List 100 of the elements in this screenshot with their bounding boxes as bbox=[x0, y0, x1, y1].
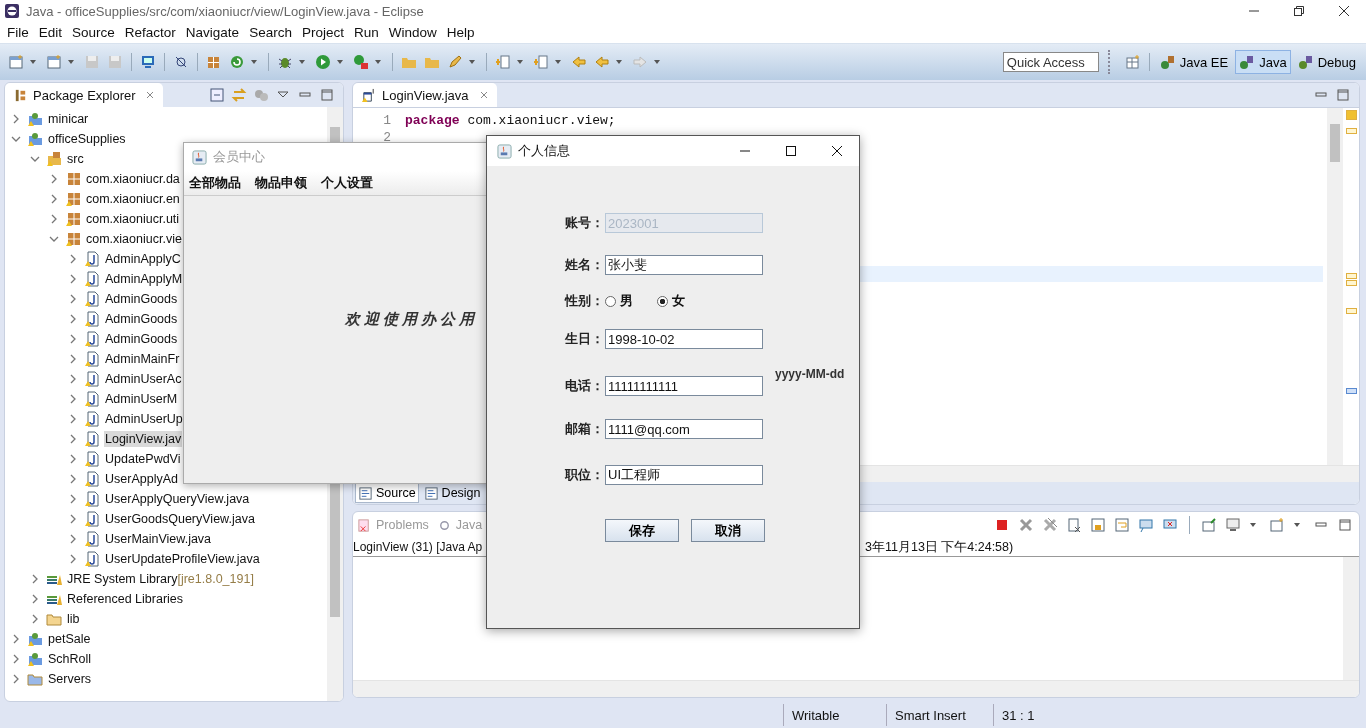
menu-item[interactable]: 物品申领 bbox=[255, 174, 307, 192]
tree-item[interactable]: officeSupplies bbox=[47, 131, 127, 147]
menu-item[interactable]: 全部物品 bbox=[189, 174, 241, 192]
tree-item[interactable]: SchRoll bbox=[47, 651, 93, 667]
expand-chevron-icon[interactable] bbox=[68, 394, 78, 404]
run-tools-icon[interactable] bbox=[353, 54, 369, 70]
quick-access-field[interactable]: Quick Access bbox=[1002, 52, 1099, 72]
tree-item[interactable]: com.xiaoniucr.uti bbox=[85, 211, 181, 227]
menu-item[interactable]: Refactor bbox=[119, 25, 181, 40]
input-field[interactable]: 11111111111 bbox=[605, 376, 763, 396]
expand-chevron-icon[interactable] bbox=[68, 374, 78, 384]
tree-item[interactable]: UpdatePwdVi bbox=[104, 451, 182, 467]
tree-item[interactable]: petSale bbox=[47, 631, 92, 647]
editor-mode-tab[interactable]: Source bbox=[355, 483, 419, 503]
pin-console-icon[interactable] bbox=[1201, 517, 1217, 533]
menu-item[interactable]: Navigate bbox=[180, 25, 245, 40]
scrollbar[interactable] bbox=[1343, 557, 1359, 680]
display-console-icon[interactable] bbox=[1225, 517, 1241, 533]
menu-item[interactable]: Window bbox=[383, 25, 442, 40]
tree-item[interactable]: AdminUserM bbox=[104, 391, 179, 407]
tree-item[interactable]: lib bbox=[66, 611, 81, 627]
remove-all-icon[interactable] bbox=[1042, 517, 1058, 533]
expand-chevron-icon[interactable] bbox=[49, 194, 59, 204]
input-field[interactable]: UI工程师 bbox=[605, 465, 763, 485]
tree-item[interactable]: UserApplyAd bbox=[104, 471, 179, 487]
tree-item[interactable]: JRE System Library[jre1.8.0_191] bbox=[66, 571, 255, 587]
menu-item[interactable]: Source bbox=[67, 25, 120, 40]
dropdown-caret-icon[interactable] bbox=[1249, 521, 1257, 529]
perspective-button[interactable]: Java EE bbox=[1155, 50, 1233, 74]
expand-chevron-icon[interactable] bbox=[68, 254, 78, 264]
tree-item[interactable]: UserMainView.java bbox=[104, 531, 213, 547]
perspective-button[interactable]: Debug bbox=[1293, 50, 1360, 74]
menu-item[interactable]: 个人设置 bbox=[321, 174, 373, 192]
tree-item[interactable]: src bbox=[66, 151, 85, 167]
dropdown-caret-icon[interactable] bbox=[250, 58, 258, 66]
open-perspective-icon[interactable] bbox=[1124, 54, 1141, 70]
expand-chevron-icon[interactable] bbox=[11, 654, 21, 664]
menu-item[interactable]: Help bbox=[441, 25, 480, 40]
restore-icon[interactable] bbox=[1293, 5, 1305, 17]
radio-option[interactable]: 男 bbox=[605, 292, 633, 310]
close-icon[interactable] bbox=[831, 145, 843, 157]
tree-item[interactable]: AdminGoods bbox=[104, 291, 179, 307]
expand-chevron-icon[interactable] bbox=[49, 174, 59, 184]
tree-item[interactable]: AdminApplyM bbox=[104, 271, 184, 287]
dropdown-caret-icon[interactable] bbox=[298, 58, 306, 66]
back-arrow-icon[interactable] bbox=[594, 54, 610, 70]
editor-tab[interactable]: LoginView.java bbox=[353, 83, 497, 107]
menu-item[interactable]: File bbox=[2, 25, 34, 40]
dropdown-caret-icon[interactable] bbox=[29, 58, 37, 66]
tree-item[interactable]: com.xiaoniucr.en bbox=[85, 191, 181, 207]
console-output-icon[interactable] bbox=[1138, 517, 1154, 533]
new-file-icon[interactable] bbox=[46, 54, 62, 70]
scroll-lock-icon[interactable] bbox=[1090, 517, 1106, 533]
dialog-button[interactable]: 保存 bbox=[605, 519, 679, 542]
expand-chevron-icon[interactable] bbox=[11, 674, 21, 684]
tree-item[interactable]: AdminUserAc bbox=[104, 371, 183, 387]
open-console-icon[interactable] bbox=[1269, 517, 1285, 533]
tree-item[interactable]: AdminUserUp bbox=[104, 411, 184, 427]
dropdown-caret-icon[interactable] bbox=[516, 58, 524, 66]
expand-chevron-icon[interactable] bbox=[30, 614, 40, 624]
annotation-nav-icon[interactable] bbox=[495, 54, 511, 70]
back-arrow-icon[interactable] bbox=[571, 54, 587, 70]
tree-item[interactable]: com.xiaoniucr.vie bbox=[85, 231, 183, 247]
expand-chevron-icon[interactable] bbox=[68, 294, 78, 304]
tree-item[interactable]: UserUpdateProfileView.java bbox=[104, 551, 261, 567]
tree-item[interactable]: LoginView.jav bbox=[104, 431, 183, 447]
package-explorer-tab[interactable]: Package Explorer bbox=[5, 83, 163, 107]
remove-launch-icon[interactable] bbox=[1018, 517, 1034, 533]
expand-chevron-icon[interactable] bbox=[68, 554, 78, 564]
expand-chevron-icon[interactable] bbox=[68, 534, 78, 544]
expand-chevron-icon[interactable] bbox=[68, 434, 78, 444]
expand-chevron-icon[interactable] bbox=[68, 334, 78, 344]
expand-chevron-icon[interactable] bbox=[68, 414, 78, 424]
expand-chevron-icon[interactable] bbox=[49, 214, 59, 224]
menu-item[interactable]: Run bbox=[348, 25, 384, 40]
tree-item[interactable]: AdminGoods bbox=[104, 331, 179, 347]
expand-chevron-icon[interactable] bbox=[68, 474, 78, 484]
perspective-button[interactable]: Java bbox=[1235, 50, 1291, 74]
expand-chevron-icon[interactable] bbox=[68, 494, 78, 504]
scrollbar[interactable] bbox=[353, 680, 1359, 697]
dropdown-caret-icon[interactable] bbox=[374, 58, 382, 66]
skip-breakpoints-icon[interactable] bbox=[173, 54, 189, 70]
tree-item[interactable]: AdminGoods bbox=[104, 311, 179, 327]
clear-console-icon[interactable] bbox=[1066, 517, 1082, 533]
expand-chevron-icon[interactable] bbox=[68, 454, 78, 464]
maximize-icon[interactable] bbox=[785, 145, 797, 157]
expand-chevron-icon[interactable] bbox=[68, 274, 78, 284]
input-field[interactable]: 1998-10-02 bbox=[605, 329, 763, 349]
menu-item[interactable]: Search bbox=[244, 25, 297, 40]
tree-item[interactable]: minicar bbox=[47, 111, 90, 127]
expand-chevron-icon[interactable] bbox=[30, 574, 40, 584]
collapse-all-icon[interactable] bbox=[209, 87, 225, 103]
menu-item[interactable]: Project bbox=[296, 25, 349, 40]
dropdown-caret-icon[interactable] bbox=[653, 58, 661, 66]
scrollbar[interactable] bbox=[1327, 108, 1343, 465]
tree-item[interactable]: com.xiaoniucr.da bbox=[85, 171, 181, 187]
tree-item[interactable]: Servers bbox=[47, 671, 93, 687]
expand-chevron-icon[interactable] bbox=[68, 514, 78, 524]
input-field[interactable]: 1111@qq.com bbox=[605, 419, 763, 439]
input-field[interactable]: 张小斐 bbox=[605, 255, 763, 275]
